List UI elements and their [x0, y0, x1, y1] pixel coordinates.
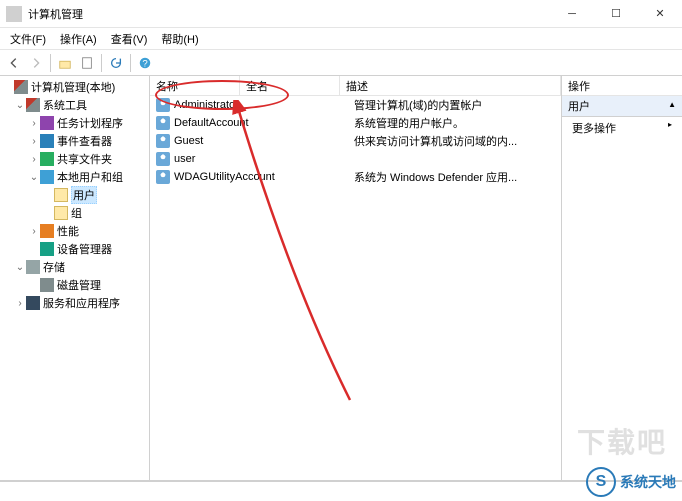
list-item[interactable]: user	[150, 150, 561, 168]
col-desc[interactable]: 描述	[340, 76, 561, 95]
refresh-button[interactable]	[106, 53, 126, 73]
properties-button[interactable]	[77, 53, 97, 73]
col-fullname[interactable]: 全名	[240, 76, 340, 95]
tree-event[interactable]: ›事件查看器	[0, 132, 149, 150]
actions-category[interactable]: 用户▲	[562, 96, 682, 117]
forward-button[interactable]	[26, 53, 46, 73]
back-button[interactable]	[4, 53, 24, 73]
minimize-button[interactable]: ─	[550, 0, 594, 27]
site-logo: S 系统天地	[586, 467, 676, 497]
users-group-icon	[40, 170, 54, 184]
tree-diskmgr[interactable]: 磁盘管理	[0, 276, 149, 294]
computer-icon	[14, 80, 28, 94]
list-item[interactable]: DefaultAccount系统管理的用户帐户。	[150, 114, 561, 132]
tree-perf[interactable]: ›性能	[0, 222, 149, 240]
user-icon	[156, 170, 170, 184]
user-icon	[156, 134, 170, 148]
titlebar: 计算机管理 ─ ☐ ✕	[0, 0, 682, 28]
task-icon	[40, 116, 54, 130]
menu-action[interactable]: 操作(A)	[54, 29, 103, 49]
services-icon	[26, 296, 40, 310]
tree-devmgr[interactable]: 设备管理器	[0, 240, 149, 258]
toolbar: ?	[0, 50, 682, 76]
menu-file[interactable]: 文件(F)	[4, 29, 52, 49]
perf-icon	[40, 224, 54, 238]
tree-localusers[interactable]: ⌄本地用户和组	[0, 168, 149, 186]
collapse-icon: ▲	[668, 100, 676, 109]
content-area: 计算机管理(本地) ⌄系统工具 ›任务计划程序 ›事件查看器 ›共享文件夹 ⌄本…	[0, 76, 682, 481]
close-button[interactable]: ✕	[638, 0, 682, 27]
tree-storage[interactable]: ⌄存储	[0, 258, 149, 276]
list-item[interactable]: Guest供来宾访问计算机或访问域的内...	[150, 132, 561, 150]
folder-icon	[54, 206, 68, 220]
statusbar	[0, 481, 682, 501]
tree-shared[interactable]: ›共享文件夹	[0, 150, 149, 168]
tree-users[interactable]: 用户	[0, 186, 149, 204]
up-button[interactable]	[55, 53, 75, 73]
app-icon	[6, 6, 22, 22]
user-icon	[156, 98, 170, 112]
folder-icon	[54, 188, 68, 202]
actions-more-link[interactable]: 更多操作▸	[562, 117, 682, 139]
tree-groups[interactable]: 组	[0, 204, 149, 222]
user-icon	[156, 152, 170, 166]
actions-header: 操作	[562, 76, 682, 96]
maximize-button[interactable]: ☐	[594, 0, 638, 27]
device-icon	[40, 242, 54, 256]
logo-text: 系统天地	[620, 472, 676, 492]
tools-icon	[26, 98, 40, 112]
tree-task[interactable]: ›任务计划程序	[0, 114, 149, 132]
list-header: 名称 全名 描述	[150, 76, 561, 96]
menu-help[interactable]: 帮助(H)	[155, 29, 204, 49]
logo-icon: S	[586, 467, 616, 497]
tree-systools[interactable]: ⌄系统工具	[0, 96, 149, 114]
actions-pane: 操作 用户▲ 更多操作▸	[562, 76, 682, 480]
list-item[interactable]: WDAGUtilityAccount系统为 Windows Defender 应…	[150, 168, 561, 186]
window-title: 计算机管理	[28, 6, 550, 22]
tree-root[interactable]: 计算机管理(本地)	[0, 78, 149, 96]
tree-services[interactable]: ›服务和应用程序	[0, 294, 149, 312]
tree-pane: 计算机管理(本地) ⌄系统工具 ›任务计划程序 ›事件查看器 ›共享文件夹 ⌄本…	[0, 76, 150, 480]
storage-icon	[26, 260, 40, 274]
col-name[interactable]: 名称	[150, 76, 240, 95]
disk-icon	[40, 278, 54, 292]
svg-text:?: ?	[142, 58, 147, 69]
list-pane: 名称 全名 描述 Administrator管理计算机(域)的内置帐户 Defa…	[150, 76, 562, 480]
event-icon	[40, 134, 54, 148]
user-icon	[156, 116, 170, 130]
help-button[interactable]: ?	[135, 53, 155, 73]
share-icon	[40, 152, 54, 166]
list-item[interactable]: Administrator管理计算机(域)的内置帐户	[150, 96, 561, 114]
menu-view[interactable]: 查看(V)	[105, 29, 154, 49]
menubar: 文件(F) 操作(A) 查看(V) 帮助(H)	[0, 28, 682, 50]
